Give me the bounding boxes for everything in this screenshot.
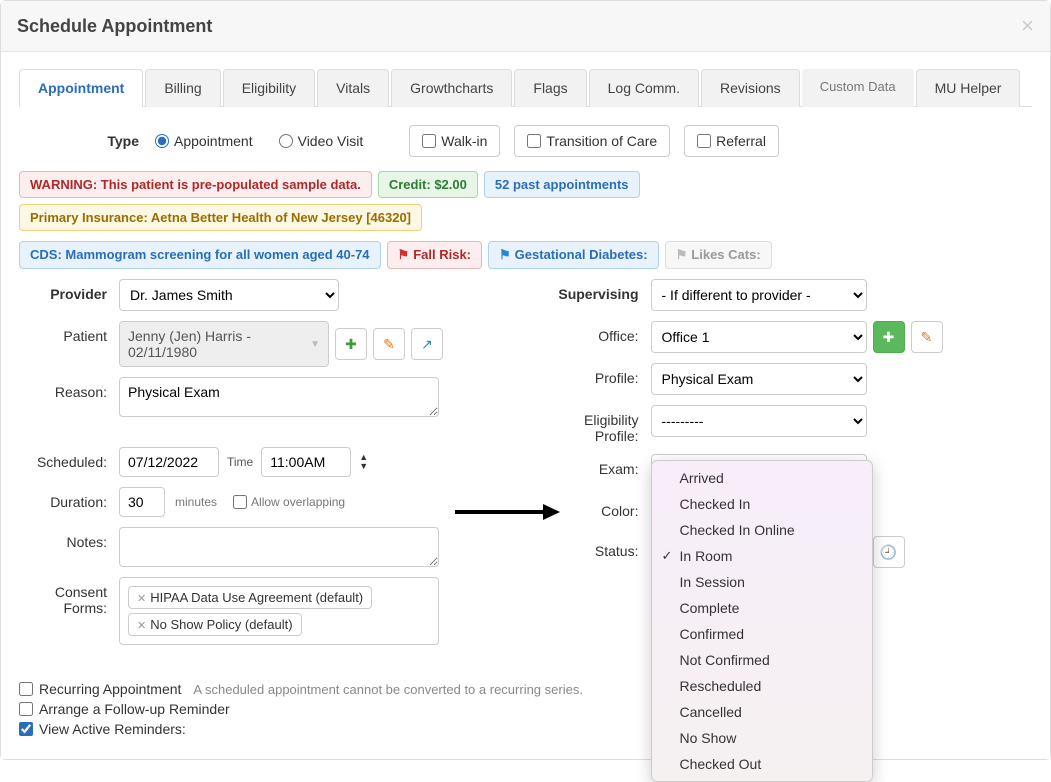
status-option-arrived[interactable]: Arrived bbox=[652, 465, 872, 491]
view-active-reminders-checkbox[interactable]: View Active Reminders: bbox=[19, 721, 1032, 737]
flag-badges: CDS: Mammogram screening for all women a… bbox=[19, 241, 1032, 269]
plus-icon: ✚ bbox=[883, 329, 895, 346]
status-option-in-session[interactable]: In Session bbox=[652, 569, 872, 595]
scheduled-label: Scheduled: bbox=[19, 447, 119, 470]
add-office-button[interactable]: ✚ bbox=[873, 321, 905, 353]
tab-custom-data[interactable]: Custom Data bbox=[802, 69, 914, 107]
office-select[interactable]: Office 1 bbox=[651, 321, 867, 353]
tab-logcomm[interactable]: Log Comm. bbox=[589, 69, 699, 107]
badge-likes-cats[interactable]: ⚑Likes Cats: bbox=[665, 241, 772, 269]
status-option-rescheduled[interactable]: Rescheduled bbox=[652, 673, 872, 699]
close-icon[interactable]: × bbox=[1021, 13, 1034, 39]
patient-field[interactable]: Jenny (Jen) Harris - 02/11/1980▼ bbox=[119, 321, 329, 367]
chevron-down-icon: ▼ bbox=[310, 339, 320, 350]
pencil-icon: ✎ bbox=[921, 329, 933, 346]
consent-tag-hipaa[interactable]: ✕HIPAA Data Use Agreement (default) bbox=[128, 586, 372, 609]
time-stepper[interactable]: ▲▼ bbox=[359, 453, 368, 471]
patient-label: Patient bbox=[19, 321, 119, 344]
tab-vitals[interactable]: Vitals bbox=[317, 69, 389, 107]
status-history-button[interactable]: 🕘 bbox=[873, 536, 905, 568]
status-dropdown[interactable]: Arrived Checked In Checked In Online In … bbox=[651, 460, 873, 782]
status-option-confirmed[interactable]: Confirmed bbox=[652, 621, 872, 647]
eligibility-profile-label: Eligibility Profile: bbox=[541, 405, 651, 444]
open-patient-button[interactable]: ↗ bbox=[411, 328, 443, 360]
tab-growthcharts[interactable]: Growthcharts bbox=[391, 69, 512, 107]
edit-patient-button[interactable]: ✎ bbox=[373, 328, 405, 360]
radio-video-visit[interactable]: Video Visit bbox=[279, 133, 364, 149]
badge-insurance: Primary Insurance: Aetna Better Health o… bbox=[19, 204, 422, 231]
badge-warning: WARNING: This patient is pre-populated s… bbox=[19, 171, 372, 198]
info-badges: WARNING: This patient is pre-populated s… bbox=[19, 171, 1032, 231]
flag-icon: ⚑ bbox=[398, 247, 410, 262]
status-option-not-confirmed[interactable]: Not Confirmed bbox=[652, 647, 872, 673]
profile-label: Profile: bbox=[541, 363, 651, 386]
flag-icon: ⚑ bbox=[499, 247, 511, 262]
annotation-arrow bbox=[455, 502, 560, 522]
followup-reminder-checkbox[interactable]: Arrange a Follow-up Reminder bbox=[19, 701, 1032, 717]
reason-textarea[interactable]: Physical Exam bbox=[119, 377, 439, 417]
duration-input[interactable] bbox=[119, 487, 165, 517]
add-patient-button[interactable]: ✚ bbox=[335, 328, 367, 360]
plus-icon: ✚ bbox=[345, 336, 357, 353]
type-label: Type bbox=[19, 133, 139, 149]
profile-select[interactable]: Physical Exam bbox=[651, 363, 867, 395]
consent-tag-noshow[interactable]: ✕No Show Policy (default) bbox=[128, 613, 302, 636]
office-label: Office: bbox=[541, 321, 651, 344]
clock-icon: 🕘 bbox=[880, 544, 897, 561]
checkbox-transition-of-care[interactable]: Transition of Care bbox=[514, 125, 670, 157]
tab-mu-helper[interactable]: MU Helper bbox=[916, 69, 1021, 107]
notes-textarea[interactable] bbox=[119, 527, 439, 567]
recurring-appointment-checkbox[interactable]: Recurring Appointment A scheduled appoin… bbox=[19, 681, 1032, 697]
bottom-options: Recurring Appointment A scheduled appoin… bbox=[19, 669, 1032, 737]
provider-label: Provider bbox=[19, 279, 119, 302]
status-option-cancelled[interactable]: Cancelled bbox=[652, 699, 872, 725]
allow-overlapping-checkbox[interactable]: Allow overlapping bbox=[233, 495, 345, 509]
tab-revisions[interactable]: Revisions bbox=[701, 69, 800, 107]
duration-label: Duration: bbox=[19, 487, 119, 510]
notes-label: Notes: bbox=[19, 527, 119, 550]
supervising-select[interactable]: - If different to provider - bbox=[651, 279, 867, 311]
flag-icon: ⚑ bbox=[676, 247, 688, 262]
badge-past-appointments[interactable]: 52 past appointments bbox=[484, 171, 640, 198]
reason-label: Reason: bbox=[19, 377, 119, 400]
minutes-label: minutes bbox=[175, 495, 217, 509]
modal-title: Schedule Appointment bbox=[17, 16, 212, 37]
status-option-checked-in-online[interactable]: Checked In Online bbox=[652, 517, 872, 543]
external-link-icon: ↗ bbox=[421, 336, 433, 353]
radio-appointment[interactable]: Appointment bbox=[155, 133, 253, 149]
consent-forms-label: Consent Forms: bbox=[19, 577, 119, 616]
time-label: Time bbox=[227, 455, 253, 469]
eligibility-profile-select[interactable]: --------- bbox=[651, 405, 867, 437]
remove-tag-icon[interactable]: ✕ bbox=[137, 620, 146, 632]
status-option-no-show[interactable]: No Show bbox=[652, 725, 872, 751]
scheduled-date-input[interactable] bbox=[119, 447, 219, 477]
badge-fallrisk[interactable]: ⚑Fall Risk: bbox=[387, 241, 482, 269]
badge-cds[interactable]: CDS: Mammogram screening for all women a… bbox=[19, 241, 381, 269]
tab-appointment[interactable]: Appointment bbox=[19, 69, 143, 107]
consent-forms-tagbox[interactable]: ✕HIPAA Data Use Agreement (default) ✕No … bbox=[119, 577, 439, 645]
scheduled-time-input[interactable] bbox=[261, 447, 351, 477]
tab-eligibility[interactable]: Eligibility bbox=[223, 69, 315, 107]
tab-flags[interactable]: Flags bbox=[514, 69, 586, 107]
tab-bar: Appointment Billing Eligibility Vitals G… bbox=[19, 68, 1032, 107]
exam-label: Exam: bbox=[541, 454, 651, 477]
checkbox-referral[interactable]: Referral bbox=[684, 125, 779, 157]
status-option-in-room[interactable]: In Room bbox=[652, 543, 872, 569]
chevron-down-icon: ▼ bbox=[359, 462, 368, 471]
remove-tag-icon[interactable]: ✕ bbox=[137, 593, 146, 605]
tab-billing[interactable]: Billing bbox=[145, 69, 220, 107]
status-option-checked-out[interactable]: Checked Out bbox=[652, 751, 872, 777]
status-label: Status: bbox=[541, 536, 651, 559]
badge-credit: Credit: $2.00 bbox=[378, 171, 478, 198]
edit-office-button[interactable]: ✎ bbox=[911, 321, 943, 353]
checkbox-walkin[interactable]: Walk-in bbox=[409, 125, 500, 157]
status-option-checked-in[interactable]: Checked In bbox=[652, 491, 872, 517]
badge-gestational-diabetes[interactable]: ⚑Gestational Diabetes: bbox=[488, 241, 659, 269]
appointment-type-row: Type Appointment Video Visit Walk-in Tra… bbox=[19, 119, 1032, 171]
provider-select[interactable]: Dr. James Smith bbox=[119, 279, 339, 311]
supervising-label: Supervising bbox=[541, 279, 651, 302]
pencil-icon: ✎ bbox=[383, 336, 395, 353]
status-option-complete[interactable]: Complete bbox=[652, 595, 872, 621]
